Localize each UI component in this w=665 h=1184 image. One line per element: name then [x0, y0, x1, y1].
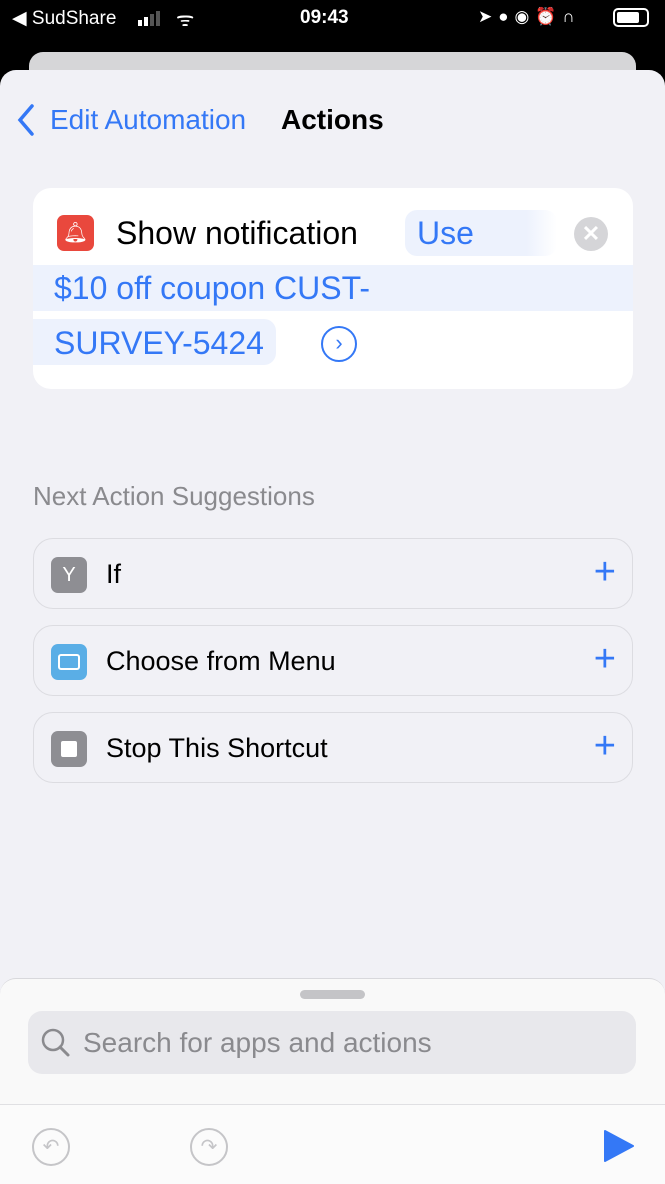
- clock: 09:43: [300, 7, 349, 28]
- back-label: Edit Automation: [50, 104, 247, 135]
- toolbar: ↶ ↷: [0, 1104, 665, 1184]
- play-button[interactable]: [603, 1129, 635, 1163]
- search-icon: [41, 1028, 70, 1057]
- plus-icon[interactable]: +: [594, 638, 616, 681]
- message-line-1[interactable]: $10 off coupon CUST-: [33, 265, 633, 311]
- search-placeholder: Search for apps and actions: [83, 1027, 432, 1058]
- suggestion-label: If: [106, 559, 122, 589]
- action-title: Show notification: [116, 215, 358, 251]
- plus-icon[interactable]: +: [594, 725, 616, 768]
- menu-icon: [51, 644, 87, 680]
- suggestion-choose-from-menu[interactable]: Choose from Menu +: [33, 625, 633, 696]
- back-button[interactable]: Edit Automation: [14, 102, 246, 138]
- suggestion-if[interactable]: Y If +: [33, 538, 633, 609]
- branch-icon: Y: [51, 557, 87, 593]
- search-input[interactable]: Search for apps and actions: [28, 1011, 636, 1074]
- suggestion-label: Choose from Menu: [106, 646, 336, 676]
- redo-button[interactable]: ↷: [190, 1128, 228, 1166]
- stop-icon: [51, 731, 87, 767]
- status-icons: ➤●◉⏰∩: [478, 7, 581, 26]
- message-line-2[interactable]: SURVEY-5424: [33, 319, 276, 365]
- action-drawer: Search for apps and actions ↶ ↷: [0, 978, 665, 1184]
- remove-action-button[interactable]: ✕: [574, 217, 608, 251]
- page-title: Actions: [281, 104, 384, 135]
- plus-icon[interactable]: +: [594, 551, 616, 594]
- battery-icon: [613, 8, 649, 27]
- suggestion-label: Stop This Shortcut: [106, 733, 328, 763]
- undo-button[interactable]: ↶: [32, 1128, 70, 1166]
- suggestion-stop-shortcut[interactable]: Stop This Shortcut +: [33, 712, 633, 783]
- notification-bell-icon: 🔔︎: [57, 215, 94, 251]
- wifi-icon: ᯤ: [176, 9, 195, 31]
- status-bar: ◀ SudShare ᯤ 09:43 ➤●◉⏰∩: [0, 0, 665, 38]
- chevron-left-icon: [17, 104, 34, 136]
- suggestions-heading: Next Action Suggestions: [33, 481, 315, 511]
- expand-chevron-button[interactable]: ›: [321, 326, 357, 362]
- signal-icon: [138, 10, 168, 26]
- drag-handle[interactable]: [300, 990, 365, 999]
- show-notification-action[interactable]: 🔔︎ Show notification Use ✕ $10 off coupo…: [33, 188, 633, 389]
- carrier-label: ◀ SudShare: [12, 8, 117, 29]
- message-token[interactable]: Use: [405, 210, 557, 256]
